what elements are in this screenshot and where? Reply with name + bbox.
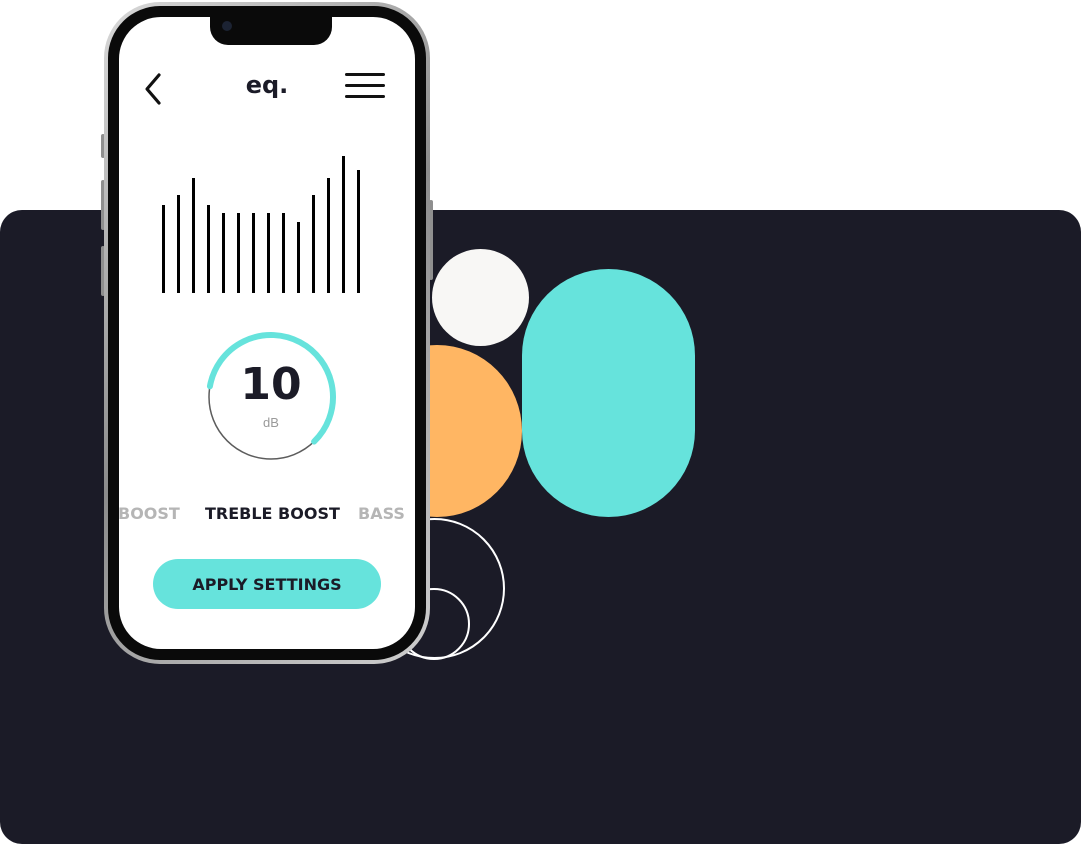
preset-carousel[interactable]: BOOST TREBLE BOOST BASS [119, 504, 415, 524]
hamburger-menu-icon-line [345, 84, 385, 87]
equalizer-bar[interactable] [357, 170, 360, 293]
hamburger-menu-icon-line [345, 95, 385, 98]
equalizer-bar[interactable] [222, 213, 225, 293]
phone-bezel: eq. 10 dB BOOST TREBLE BOOST BASS APPLY … [108, 6, 426, 660]
apply-settings-button[interactable]: APPLY SETTINGS [153, 559, 381, 609]
equalizer-bar[interactable] [297, 222, 300, 293]
decorative-white-circle [432, 249, 529, 346]
menu-button[interactable] [345, 73, 385, 103]
gain-dial[interactable]: 10 dB [203, 329, 339, 465]
equalizer-bar[interactable] [327, 178, 330, 293]
gain-unit: dB [263, 415, 279, 430]
equalizer-bar[interactable] [252, 213, 255, 293]
equalizer-bar[interactable] [267, 213, 270, 293]
equalizer-bar[interactable] [162, 205, 165, 293]
stage: eq. 10 dB BOOST TREBLE BOOST BASS APPLY … [0, 0, 1081, 844]
preset-active[interactable]: TREBLE BOOST [205, 504, 340, 523]
equalizer-bars[interactable] [162, 153, 372, 293]
equalizer-bar[interactable] [177, 195, 180, 293]
equalizer-bar[interactable] [312, 195, 315, 293]
equalizer-bar[interactable] [192, 178, 195, 293]
decorative-teal-pill [522, 269, 695, 517]
equalizer-bar[interactable] [282, 213, 285, 293]
preset-next[interactable]: BASS [358, 504, 405, 523]
preset-previous[interactable]: BOOST [119, 504, 180, 523]
hamburger-menu-icon [345, 73, 385, 76]
phone-notch [210, 17, 332, 45]
gain-value: 10 [240, 359, 302, 410]
equalizer-bar[interactable] [207, 205, 210, 293]
phone-frame: eq. 10 dB BOOST TREBLE BOOST BASS APPLY … [104, 2, 430, 664]
equalizer-bar[interactable] [237, 213, 240, 293]
equalizer-bar[interactable] [342, 156, 345, 293]
front-camera-icon [222, 21, 232, 31]
phone-screen: eq. 10 dB BOOST TREBLE BOOST BASS APPLY … [119, 17, 415, 649]
